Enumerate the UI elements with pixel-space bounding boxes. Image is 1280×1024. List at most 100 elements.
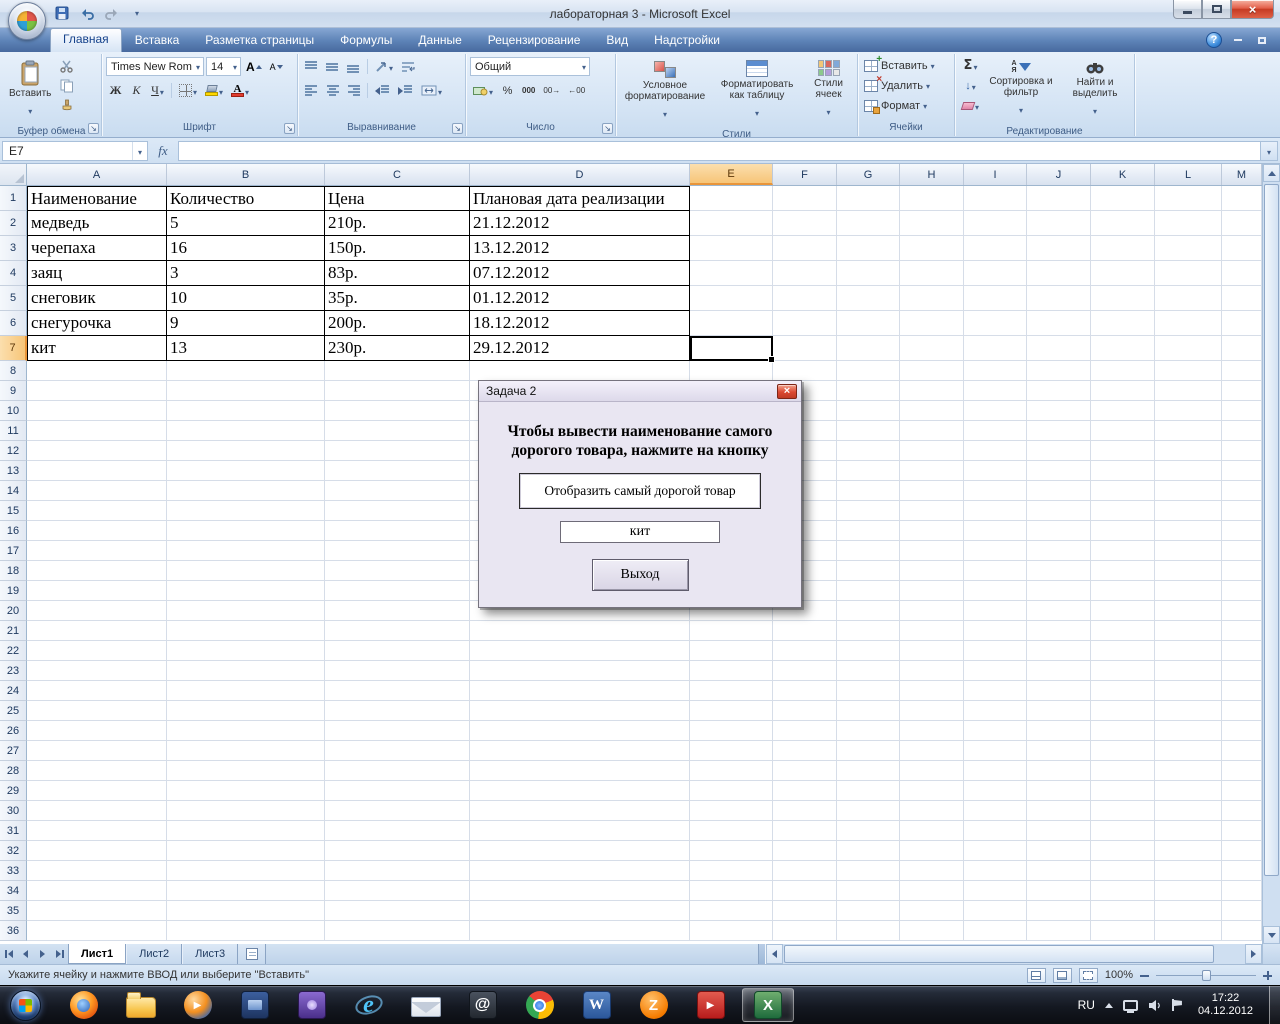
cell-B27[interactable] (167, 741, 325, 761)
cell-H13[interactable] (900, 461, 964, 481)
cell-C15[interactable] (325, 501, 470, 521)
cell-L32[interactable] (1155, 841, 1222, 861)
cell-I32[interactable] (964, 841, 1027, 861)
column-header-D[interactable]: D (470, 164, 690, 185)
cell-J5[interactable] (1027, 286, 1091, 311)
select-all-button[interactable] (0, 164, 27, 185)
cell-B1[interactable]: Количество (167, 186, 325, 211)
hidden-icons-button[interactable] (1104, 1002, 1113, 1008)
cell-B29[interactable] (167, 781, 325, 801)
vertical-scroll-thumb[interactable] (1264, 184, 1279, 876)
taskbar-app-explorer[interactable] (112, 986, 169, 1024)
undo-button[interactable] (77, 4, 97, 22)
cell-G25[interactable] (837, 701, 900, 721)
cell-E22[interactable] (690, 641, 773, 661)
cell-G26[interactable] (837, 721, 900, 741)
cell-J12[interactable] (1027, 441, 1091, 461)
taskbar-app-media-player[interactable]: ▶ (169, 986, 226, 1024)
row-header-21[interactable]: 21 (0, 621, 27, 641)
row-header-24[interactable]: 24 (0, 681, 27, 701)
cell-B34[interactable] (167, 881, 325, 901)
cell-H32[interactable] (900, 841, 964, 861)
cell-A19[interactable] (27, 581, 167, 601)
column-header-C[interactable]: C (325, 164, 470, 185)
cell-L4[interactable] (1155, 261, 1222, 286)
cell-D25[interactable] (470, 701, 690, 721)
zoom-out-button[interactable] (1140, 971, 1149, 980)
cell-I22[interactable] (964, 641, 1027, 661)
cell-K15[interactable] (1091, 501, 1155, 521)
cell-M31[interactable] (1222, 821, 1262, 841)
cell-J14[interactable] (1027, 481, 1091, 501)
cell-B7[interactable]: 13 (167, 336, 325, 361)
row-header-7[interactable]: 7 (0, 336, 27, 361)
row-header-13[interactable]: 13 (0, 461, 27, 481)
column-header-I[interactable]: I (964, 164, 1027, 185)
page-layout-view-button[interactable] (1052, 967, 1072, 983)
ribbon-tab-3[interactable]: Формулы (327, 29, 405, 52)
cell-J26[interactable] (1027, 721, 1091, 741)
taskbar-app-app-purple[interactable] (283, 986, 340, 1024)
cell-G24[interactable] (837, 681, 900, 701)
vertical-scroll-track[interactable] (1263, 182, 1280, 926)
cell-A34[interactable] (27, 881, 167, 901)
cell-M29[interactable] (1222, 781, 1262, 801)
cell-L1[interactable] (1155, 186, 1222, 211)
cell-A25[interactable] (27, 701, 167, 721)
cell-L30[interactable] (1155, 801, 1222, 821)
cell-B28[interactable] (167, 761, 325, 781)
cell-E5[interactable] (690, 286, 773, 311)
cell-D29[interactable] (470, 781, 690, 801)
cell-K14[interactable] (1091, 481, 1155, 501)
cell-B2[interactable]: 5 (167, 211, 325, 236)
cell-F23[interactable] (773, 661, 837, 681)
cell-H12[interactable] (900, 441, 964, 461)
cell-A24[interactable] (27, 681, 167, 701)
cell-E24[interactable] (690, 681, 773, 701)
cell-H6[interactable] (900, 311, 964, 336)
column-header-A[interactable]: A (27, 164, 167, 185)
cell-L3[interactable] (1155, 236, 1222, 261)
cell-H16[interactable] (900, 521, 964, 541)
cell-I5[interactable] (964, 286, 1027, 311)
cell-L8[interactable] (1155, 361, 1222, 381)
cell-J22[interactable] (1027, 641, 1091, 661)
column-header-E[interactable]: E (690, 164, 773, 185)
cell-I23[interactable] (964, 661, 1027, 681)
align-left-button[interactable] (302, 81, 321, 100)
cell-L33[interactable] (1155, 861, 1222, 881)
cell-F25[interactable] (773, 701, 837, 721)
cell-D23[interactable] (470, 661, 690, 681)
cell-L34[interactable] (1155, 881, 1222, 901)
formula-bar-expand-button[interactable] (1261, 140, 1278, 161)
cell-E8[interactable] (690, 361, 773, 381)
cell-I9[interactable] (964, 381, 1027, 401)
fill-color-button[interactable] (202, 81, 226, 100)
cell-H27[interactable] (900, 741, 964, 761)
save-button[interactable] (52, 4, 72, 22)
bold-button[interactable]: Ж (106, 81, 125, 100)
cell-C1[interactable]: Цена (325, 186, 470, 211)
cell-G23[interactable] (837, 661, 900, 681)
row-header-4[interactable]: 4 (0, 261, 27, 286)
cell-K30[interactable] (1091, 801, 1155, 821)
row-header-9[interactable]: 9 (0, 381, 27, 401)
cell-K35[interactable] (1091, 901, 1155, 921)
cell-I12[interactable] (964, 441, 1027, 461)
row-header-8[interactable]: 8 (0, 361, 27, 381)
cell-F33[interactable] (773, 861, 837, 881)
cell-A9[interactable] (27, 381, 167, 401)
cell-M18[interactable] (1222, 561, 1262, 581)
cell-B15[interactable] (167, 501, 325, 521)
cell-I19[interactable] (964, 581, 1027, 601)
ribbon-tab-6[interactable]: Вид (593, 29, 641, 52)
increase-indent-button[interactable] (395, 81, 416, 100)
cell-B16[interactable] (167, 521, 325, 541)
horizontal-scrollbar[interactable] (766, 944, 1262, 964)
insert-worksheet-button[interactable] (238, 944, 267, 964)
row-header-35[interactable]: 35 (0, 901, 27, 921)
cell-C16[interactable] (325, 521, 470, 541)
cell-B32[interactable] (167, 841, 325, 861)
next-sheet-button[interactable] (34, 944, 51, 964)
italic-button[interactable]: К (127, 81, 146, 100)
